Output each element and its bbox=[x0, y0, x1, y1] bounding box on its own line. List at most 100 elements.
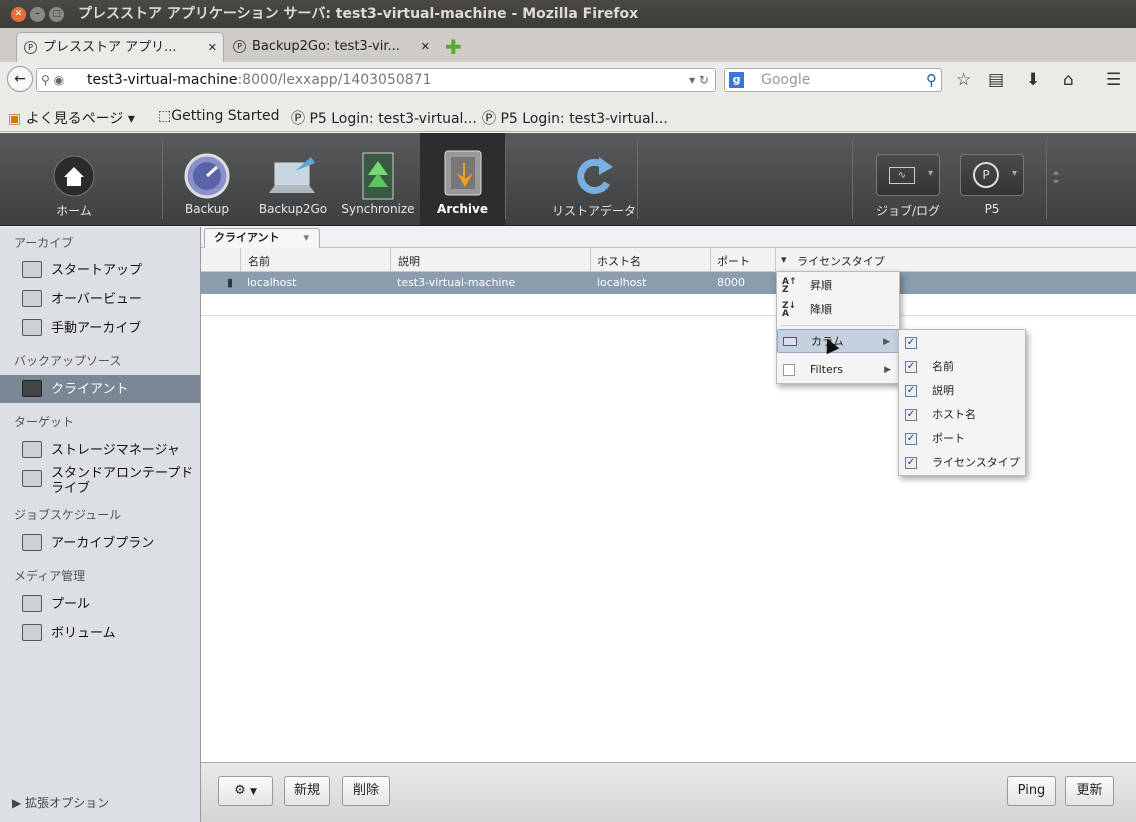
toolbar-separator bbox=[852, 141, 853, 219]
toolbar-p5-button[interactable]: P ▾ P5 bbox=[956, 133, 1028, 225]
toolbar-home-button[interactable]: ホーム bbox=[36, 133, 112, 225]
home-icon[interactable]: ⌂ bbox=[1063, 70, 1074, 90]
storage-manager-icon bbox=[22, 441, 42, 458]
volume-icon bbox=[22, 624, 42, 641]
column-toggle-host[interactable]: ✓ ホスト名 bbox=[899, 403, 1025, 427]
chevron-down-icon: ▼ bbox=[249, 787, 257, 797]
checkbox-checked[interactable]: ✓ bbox=[905, 409, 917, 421]
table-row[interactable]: ▮ localhost test3-virtual-machine localh… bbox=[201, 272, 1136, 294]
menu-item-sort-asc[interactable]: A↑ Z 昇順 bbox=[777, 274, 899, 298]
table-row-empty bbox=[201, 294, 1136, 316]
browser-tab-label: Backup2Go: test3-vir... bbox=[252, 39, 400, 54]
rss-folder-icon: ▣ bbox=[8, 111, 22, 127]
toolbar-collapse-icon[interactable]: ⏶ ⏷ bbox=[1052, 169, 1060, 188]
toolbar-backup-button[interactable]: Backup bbox=[172, 133, 242, 225]
column-menu-trigger[interactable]: ▾ bbox=[781, 253, 787, 266]
column-header-license[interactable]: ライセンスタイプ bbox=[797, 253, 885, 269]
column-toggle-checkbox-col[interactable]: ✓ bbox=[899, 331, 1025, 355]
column-header-description[interactable]: 説明 bbox=[398, 253, 420, 269]
expand-options-toggle[interactable]: ▶ 拡張オプション bbox=[12, 794, 109, 811]
sidebar-item-manual-archive[interactable]: 手動アーカイブ bbox=[0, 314, 200, 342]
google-engine-icon[interactable]: g bbox=[729, 72, 744, 88]
sidebar-item-startup[interactable]: スタートアップ bbox=[0, 256, 200, 284]
toolbar-backup2go-button[interactable]: Backup2Go bbox=[254, 133, 332, 225]
refresh-button[interactable]: 更新 bbox=[1065, 776, 1114, 806]
checkbox-checked[interactable]: ✓ bbox=[905, 433, 917, 445]
sidebar-item-pool[interactable]: プール bbox=[0, 590, 200, 618]
tab-close-icon[interactable]: ✕ bbox=[421, 32, 430, 62]
column-divider[interactable] bbox=[710, 248, 711, 272]
column-header-port[interactable]: ポート bbox=[717, 253, 750, 269]
column-divider[interactable] bbox=[590, 248, 591, 272]
column-toggle-license[interactable]: ✓ ライセンスタイプ bbox=[899, 451, 1025, 475]
overview-icon bbox=[22, 290, 42, 307]
column-divider[interactable] bbox=[240, 248, 241, 272]
bookmark-p5-login-2[interactable]: Ⓟ P5 Login: test3-virtual... bbox=[482, 108, 668, 128]
sidebar-item-storage-manager[interactable]: ストレージマネージャ bbox=[0, 436, 200, 464]
checkbox-checked[interactable]: ✓ bbox=[905, 385, 917, 397]
bookmark-star-icon[interactable]: ☆ bbox=[956, 70, 971, 90]
menu-hamburger-icon[interactable]: ☰ bbox=[1106, 70, 1121, 90]
back-arrow-icon[interactable]: ← bbox=[7, 66, 33, 92]
column-toggle-description[interactable]: ✓ 説明 bbox=[899, 379, 1025, 403]
checkbox-checked[interactable]: ✓ bbox=[905, 361, 917, 373]
delete-button[interactable]: 削除 bbox=[342, 776, 390, 806]
columns-icon bbox=[783, 337, 797, 346]
toolbar-archive-button[interactable]: Archive bbox=[420, 133, 505, 225]
synchronize-icon bbox=[362, 152, 394, 200]
triangle-right-icon: ▶ bbox=[12, 796, 22, 810]
main-panel: クライアント ▾ 名前 説明 ホスト名 ポート ▾ ライセンスタイプ ▮ loca… bbox=[201, 227, 1136, 762]
url-dropdown-reload-icon[interactable]: ▾ ↻ bbox=[689, 69, 709, 91]
client-machine-icon: ▮ bbox=[227, 276, 234, 289]
ping-button[interactable]: Ping bbox=[1007, 776, 1056, 806]
sidebar-item-standalone-tape[interactable]: スタンドアロンテープドライブ bbox=[0, 465, 200, 499]
startup-icon bbox=[22, 261, 42, 278]
chevron-down-icon[interactable]: ▾ bbox=[303, 229, 309, 247]
sidebar-item-clients[interactable]: クライアント bbox=[0, 375, 200, 403]
bookmark-getting-started[interactable]: ⬚Getting Started bbox=[158, 108, 279, 124]
toolbar-synchronize-button[interactable]: Synchronize bbox=[340, 133, 416, 225]
toolbar-restore-button[interactable]: リストアデータ bbox=[550, 133, 638, 225]
browser-tab-label: プレスストア アプリ... bbox=[43, 40, 177, 55]
sort-asc-icon: A↑ Z bbox=[782, 277, 797, 295]
sidebar-item-overview[interactable]: オーバービュー bbox=[0, 285, 200, 313]
column-toggle-name[interactable]: ✓ 名前 bbox=[899, 355, 1025, 379]
browser-tabbar: P プレスストア アプリ... ✕ P Backup2Go: test3-vir… bbox=[0, 28, 1136, 62]
search-icon[interactable]: ⚲ bbox=[926, 69, 937, 91]
bookmark-p5-login-1[interactable]: Ⓟ P5 Login: test3-virtual... bbox=[291, 108, 477, 128]
sidebar-item-volume[interactable]: ボリューム bbox=[0, 619, 200, 647]
browser-tab-backup2go[interactable]: P Backup2Go: test3-vir... ✕ bbox=[226, 32, 436, 62]
menu-item-columns[interactable]: カラム ▶ bbox=[777, 329, 899, 353]
settings-gear-button[interactable]: ⚙ ▼ bbox=[218, 776, 273, 806]
column-divider[interactable] bbox=[775, 248, 776, 272]
reading-list-icon[interactable]: ▤ bbox=[988, 70, 1004, 90]
url-bar[interactable]: ⚲ ◉ test3-virtual-machine:8000/lexxapp/1… bbox=[36, 68, 716, 92]
filter-checkbox[interactable] bbox=[783, 364, 795, 376]
new-tab-plus-icon[interactable]: ✚ bbox=[445, 35, 462, 59]
window-close-button[interactable]: ✕ bbox=[11, 7, 26, 22]
checkbox-checked[interactable]: ✓ bbox=[905, 337, 917, 349]
menu-item-filters[interactable]: Filters ▶ bbox=[777, 358, 899, 382]
download-arrow-icon[interactable]: ⬇ bbox=[1026, 70, 1040, 90]
tab-clients[interactable]: クライアント ▾ bbox=[204, 228, 320, 248]
search-input[interactable]: g Google ⚲ bbox=[724, 68, 942, 92]
cell-description: test3-virtual-machine bbox=[397, 276, 516, 289]
sidebar-section-target: ターゲット bbox=[14, 415, 75, 429]
browser-tab-pressstore[interactable]: P プレスストア アプリ... ✕ bbox=[16, 32, 224, 62]
sidebar-item-archive-plan[interactable]: アーカイブプラン bbox=[0, 529, 200, 557]
column-header-host[interactable]: ホスト名 bbox=[597, 253, 641, 269]
tab-close-icon[interactable]: ✕ bbox=[208, 33, 217, 62]
new-button[interactable]: 新規 bbox=[284, 776, 330, 806]
window-title: プレスストア アプリケーション サーバ: test3-virtual-machi… bbox=[78, 6, 639, 22]
sidebar-section-archive: アーカイブ bbox=[14, 236, 74, 250]
menu-item-sort-desc[interactable]: Z↓ A 降順 bbox=[777, 298, 899, 322]
app-toolbar: ホーム Backup Backup2Go Synchronize Archive… bbox=[0, 133, 1136, 226]
bookmark-most-visited[interactable]: ▣ よく見るページ ▾ bbox=[8, 108, 135, 128]
column-header-name[interactable]: 名前 bbox=[248, 253, 270, 269]
checkbox-checked[interactable]: ✓ bbox=[905, 457, 917, 469]
window-maximize-button[interactable]: □ bbox=[49, 7, 64, 22]
toolbar-joblog-button[interactable]: ∿ ▾ ジョブ/ログ bbox=[870, 133, 946, 225]
column-toggle-port[interactable]: ✓ ポート bbox=[899, 427, 1025, 451]
column-divider[interactable] bbox=[390, 248, 391, 272]
window-minimize-button[interactable]: – bbox=[30, 7, 45, 22]
